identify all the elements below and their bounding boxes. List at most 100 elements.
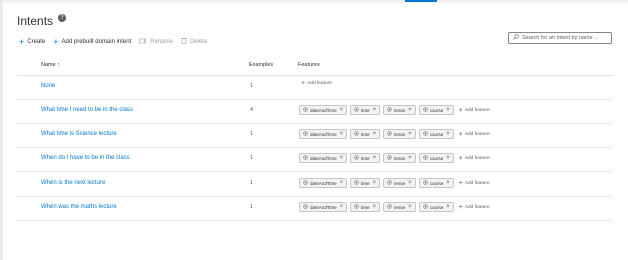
remove-feature-close-icon[interactable]: × (408, 155, 412, 161)
feature-chip[interactable]: tense × (383, 178, 416, 188)
remove-feature-close-icon[interactable]: × (446, 204, 450, 210)
feature-label: time (361, 155, 370, 161)
delete-button[interactable]: Delete (181, 37, 207, 46)
feature-label: tense (394, 155, 406, 161)
add-prebuilt-domain-intent-button[interactable]: + Add prebuilt domain intent (53, 36, 132, 47)
remove-feature-close-icon[interactable]: × (340, 155, 344, 161)
remove-feature-close-icon[interactable]: × (373, 155, 377, 161)
feature-label: time (361, 204, 370, 210)
feature-chip[interactable]: course × (418, 105, 454, 115)
add-feature-button[interactable]: + Add feature (458, 106, 490, 114)
table-row[interactable]: What time is Science lecture 1 dateAndTime… (17, 123, 613, 148)
remove-feature-close-icon[interactable]: × (340, 180, 344, 186)
table-row[interactable]: When was the maths lecture 1 dateAndTime × t… (17, 196, 613, 221)
feature-chip[interactable]: dateAndTime × (299, 129, 348, 139)
remove-feature-close-icon[interactable]: × (446, 131, 450, 137)
feature-label: course (429, 204, 444, 210)
feature-label: tense (394, 131, 406, 137)
add-feature-label: Add feature (464, 107, 490, 113)
table-row[interactable]: When is the next lecture 1 dateAndTime × tim… (17, 172, 613, 197)
examples-count: 1 (250, 180, 254, 186)
add-feature-button[interactable]: + Add feature (459, 155, 490, 162)
feature-label: tense (394, 107, 406, 113)
intent-name-link[interactable]: None (41, 83, 55, 89)
feature-chip[interactable]: dateAndTime × (299, 153, 348, 163)
feature-chip[interactable]: tense × (383, 202, 416, 212)
rename-label: Rename (150, 38, 173, 45)
entity-icon (423, 131, 428, 137)
feature-label: tense (394, 204, 406, 210)
feature-chip[interactable]: course × (418, 178, 454, 188)
table-row[interactable]: None 1 + Add feature (17, 75, 613, 100)
feature-chip[interactable]: time × (350, 153, 381, 163)
plus-icon: + (19, 36, 25, 47)
remove-feature-close-icon[interactable]: × (340, 131, 344, 137)
remove-feature-close-icon[interactable]: × (446, 107, 450, 113)
remove-feature-close-icon[interactable]: × (408, 180, 412, 186)
create-label: Create (27, 38, 46, 45)
table-row[interactable]: What time I need to be in the class 4 date… (17, 99, 613, 124)
remove-feature-close-icon[interactable]: × (340, 204, 344, 210)
remove-feature-close-icon[interactable]: × (373, 107, 377, 113)
feature-chip[interactable]: time × (350, 178, 381, 188)
features-cell: dateAndTime × time × tense × course × + Add featu… (299, 178, 490, 188)
remove-feature-close-icon[interactable]: × (446, 180, 450, 186)
intent-name-link[interactable]: What time is Science lecture (41, 131, 117, 137)
entity-icon (387, 131, 392, 137)
feature-chip[interactable]: time × (350, 105, 381, 115)
feature-label: course (429, 107, 444, 113)
intent-name-link[interactable]: When was the maths lecture (41, 204, 117, 210)
remove-feature-close-icon[interactable]: × (408, 107, 412, 113)
column-header-name[interactable]: Name ↑ (41, 62, 60, 68)
feature-chip[interactable]: dateAndTime × (299, 202, 348, 212)
column-header-examples: Examples (249, 62, 274, 68)
remove-feature-close-icon[interactable]: × (446, 155, 450, 161)
rename-button[interactable]: Rename (139, 38, 173, 46)
feature-chip[interactable]: tense × (383, 129, 416, 139)
entity-icon (354, 107, 359, 113)
create-button[interactable]: + Create (19, 36, 46, 47)
table-row[interactable]: When do I have to be in the class 1 dateAn… (17, 147, 613, 172)
add-feature-button[interactable]: + Add feature (459, 131, 490, 138)
feature-chip[interactable]: course × (418, 202, 454, 212)
feature-chip[interactable]: dateAndTime × (299, 178, 348, 188)
feature-chip[interactable]: course × (418, 129, 454, 139)
remove-feature-close-icon[interactable]: × (340, 107, 344, 113)
intent-name-link[interactable]: When is the next lecture (41, 180, 105, 186)
add-feature-button[interactable]: + Add feature (459, 180, 490, 187)
active-tab-indicator (405, 0, 437, 2)
feature-label: course (429, 180, 444, 186)
add-prebuilt-label: Add prebuilt domain intent (61, 38, 132, 45)
feature-chip[interactable]: course × (418, 153, 454, 163)
entity-icon (423, 155, 428, 161)
remove-feature-close-icon[interactable]: × (408, 131, 412, 137)
trash-icon (181, 37, 187, 46)
features-cell: dateAndTime × time × tense × course × + Add featu… (299, 105, 490, 115)
feature-label: time (361, 131, 370, 137)
feature-chip[interactable]: tense × (383, 153, 416, 163)
search-icon (513, 34, 519, 42)
feature-chip[interactable]: time × (350, 202, 381, 212)
table-header: Name ↑ Examples Features (17, 55, 613, 76)
feature-chip[interactable]: time × (350, 129, 381, 139)
search-input[interactable]: Search for an intent by name ... (508, 32, 612, 44)
remove-feature-close-icon[interactable]: × (408, 204, 412, 210)
entity-icon (303, 155, 308, 161)
add-feature-button[interactable]: + Add feature (301, 80, 332, 87)
feature-chip[interactable]: dateAndTime × (299, 105, 348, 115)
plus-icon: + (53, 36, 59, 47)
add-feature-button[interactable]: + Add feature (459, 204, 490, 211)
intent-name-link[interactable]: What time I need to be in the class (41, 107, 133, 113)
remove-feature-close-icon[interactable]: × (373, 131, 377, 137)
remove-feature-close-icon[interactable]: × (373, 204, 377, 210)
feature-chip[interactable]: tense × (383, 105, 416, 115)
intent-name-link[interactable]: When do I have to be in the class (41, 155, 130, 161)
add-feature-label: Add feature (307, 81, 332, 86)
feature-label: course (429, 155, 444, 161)
help-icon[interactable]: ? (58, 14, 67, 22)
entity-icon (354, 204, 359, 210)
feature-label: tense (394, 180, 406, 186)
remove-feature-close-icon[interactable]: × (373, 180, 377, 186)
plus-icon: + (458, 106, 463, 114)
entity-icon (354, 155, 359, 161)
